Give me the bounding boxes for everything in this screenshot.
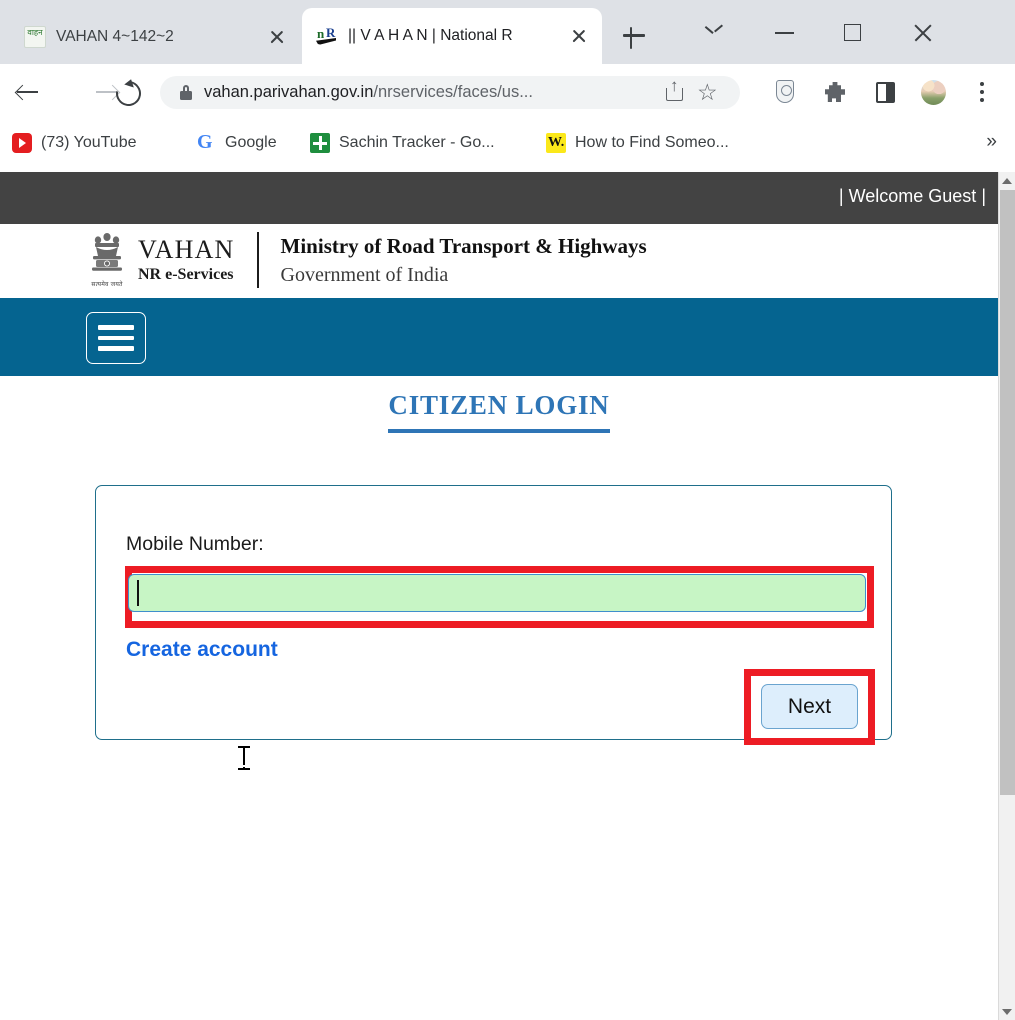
tab-strip: VAHAN 4~142~2 nR || V A H A N | National… <box>0 0 1015 64</box>
create-account-link[interactable]: Create account <box>126 638 278 662</box>
browser-tab-2[interactable]: nR || V A H A N | National R <box>302 8 602 64</box>
close-tab-icon[interactable] <box>264 24 290 50</box>
close-tab-icon[interactable] <box>566 23 592 49</box>
ministry-name: Ministry of Road Transport & Highways <box>280 233 647 258</box>
ministry-block: Ministry of Road Transport & Highways Go… <box>281 233 647 288</box>
scrollbar-thumb[interactable] <box>1000 190 1015 795</box>
side-panel-button[interactable] <box>870 77 900 107</box>
next-button[interactable]: Next <box>761 684 858 729</box>
ashoka-emblem-icon: सत्यमेव जयते <box>84 232 130 288</box>
profile-button[interactable] <box>918 77 948 107</box>
scroll-down-icon[interactable] <box>999 1003 1015 1020</box>
emblem-caption: सत्यमेव जयते <box>91 281 123 288</box>
tab-search-button[interactable] <box>700 18 730 48</box>
text-caret <box>137 580 139 606</box>
bookmarks-bar: (73) YouTube Google Sachin Tracker - Go.… <box>0 119 1015 169</box>
login-card: Mobile Number: Create account Next <box>95 485 892 745</box>
minimize-icon <box>775 32 794 34</box>
google-sheets-icon <box>310 133 330 153</box>
page-title: CITIZEN LOGIN <box>388 390 610 433</box>
brand-divider <box>256 232 259 288</box>
close-window-button[interactable] <box>908 18 938 48</box>
browser-window: VAHAN 4~142~2 nR || V A H A N | National… <box>0 0 1015 1020</box>
page-scrollbar[interactable] <box>998 172 1015 1020</box>
hamburger-line <box>98 346 134 351</box>
mobile-number-label: Mobile Number: <box>126 533 264 555</box>
side-panel-icon <box>876 82 895 103</box>
bookmark-google[interactable]: Google <box>196 129 277 157</box>
mobile-number-input[interactable] <box>128 574 866 612</box>
bookmark-label: Sachin Tracker - Go... <box>339 134 495 151</box>
tab-title: || V A H A N | National R <box>348 27 513 44</box>
brand-name: VAHAN <box>138 235 235 264</box>
reload-button[interactable] <box>111 76 146 111</box>
address-bar[interactable]: vahan.parivahan.gov.in/nrservices/faces/… <box>160 76 740 109</box>
url-path: /nrservices/faces/us... <box>373 83 533 101</box>
bookmark-youtube[interactable]: (73) YouTube <box>12 129 136 157</box>
youtube-icon <box>12 133 32 153</box>
hamburger-menu-button[interactable] <box>86 312 146 364</box>
hamburger-line <box>98 325 134 330</box>
url-host: vahan.parivahan.gov.in <box>204 83 374 101</box>
citizen-login-heading: CITIZEN LOGIN <box>0 390 998 433</box>
share-icon[interactable] <box>660 77 690 108</box>
close-icon <box>913 23 932 42</box>
government-name: Government of India <box>280 263 449 286</box>
back-button[interactable] <box>12 76 44 108</box>
back-arrow-icon <box>16 83 38 101</box>
vahan-wordmark: VAHAN NR e-Services <box>138 236 235 284</box>
new-tab-button[interactable] <box>620 22 648 50</box>
text-cursor-icon <box>238 745 250 771</box>
browser-menu-button[interactable] <box>968 77 998 107</box>
url-text: vahan.parivahan.gov.in/nrservices/faces/… <box>204 83 660 102</box>
site-branding: सत्यमेव जयते VAHAN NR e-Services Ministr… <box>0 224 998 298</box>
reload-icon <box>111 76 146 111</box>
brand-subname: NR e-Services <box>138 266 234 283</box>
puzzle-icon <box>825 82 845 102</box>
tab-title: VAHAN 4~142~2 <box>56 27 174 45</box>
page-viewport: | Welcome Guest | सत्यमेव जयते VAHAN NR … <box>0 172 998 1020</box>
google-icon <box>196 130 216 154</box>
shield-button[interactable] <box>770 77 800 107</box>
vahan-devanagari-icon <box>24 25 46 48</box>
minimize-button[interactable] <box>770 18 800 48</box>
browser-toolbar: vahan.parivahan.gov.in/nrservices/faces/… <box>0 64 1015 119</box>
browser-tab-1[interactable]: VAHAN 4~142~2 <box>10 9 300 64</box>
lock-icon[interactable] <box>180 85 192 100</box>
star-icon[interactable] <box>694 78 724 108</box>
scroll-up-icon[interactable] <box>999 172 1015 189</box>
bookmark-how-to-find-someone[interactable]: How to Find Someo... <box>546 129 729 157</box>
bookmarks-overflow-button[interactable]: » <box>986 131 997 153</box>
three-dot-menu-icon <box>980 82 984 106</box>
maximize-button[interactable] <box>838 18 868 48</box>
site-top-bar: | Welcome Guest | <box>0 172 998 224</box>
chevron-down-icon <box>707 26 722 35</box>
maximize-icon <box>844 24 861 41</box>
page-content: CITIZEN LOGIN Mobile Number: Create acco… <box>0 376 998 745</box>
site-nav-bar <box>0 298 998 376</box>
bookmark-label: Google <box>225 134 277 151</box>
w-yellow-icon <box>546 133 566 153</box>
extensions-button[interactable] <box>820 77 850 107</box>
bookmark-sachin-tracker[interactable]: Sachin Tracker - Go... <box>310 129 495 157</box>
shield-icon <box>776 80 794 103</box>
welcome-guest-text: | Welcome Guest | <box>838 186 986 206</box>
avatar-icon <box>921 80 946 105</box>
hamburger-line <box>98 335 134 340</box>
vahan-nr-icon: nR <box>316 25 338 47</box>
bookmark-label: How to Find Someo... <box>575 134 729 151</box>
bookmark-label: (73) YouTube <box>41 134 137 151</box>
